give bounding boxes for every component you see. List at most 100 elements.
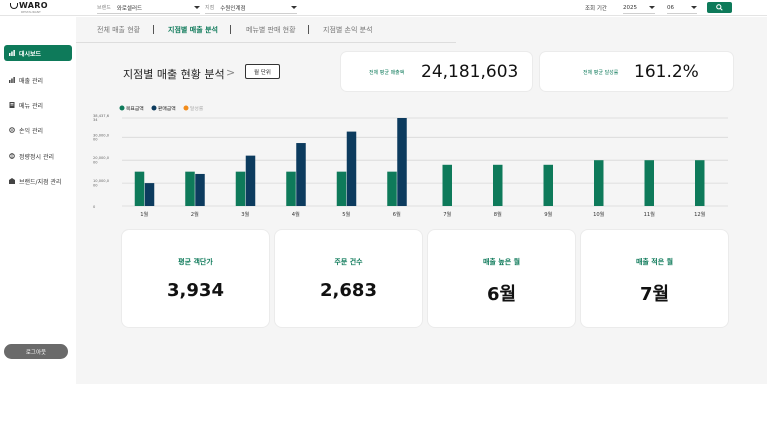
x-tick-label: 1월 <box>140 210 148 218</box>
y-tick-label-line: 00 <box>93 160 98 164</box>
y-tick-label-line: 00 <box>93 138 98 142</box>
target-bar <box>695 160 705 206</box>
store-select-value: 수원인계점 <box>220 5 246 12</box>
sidebar-item-menu[interactable]: 메뉴 관리 <box>4 97 72 113</box>
avg-order-value-card: 평균 객단가 3,934 <box>121 229 270 328</box>
highest-sales-month-card: 매출 높은 월 6월 <box>427 229 576 328</box>
x-tick-label: 4월 <box>292 210 300 218</box>
target-bar <box>134 171 145 206</box>
y-tick-label: 0 <box>93 205 96 209</box>
brand-select-value: 와로셀러드 <box>116 5 143 12</box>
chevron-down-icon <box>649 6 655 9</box>
legend-marker <box>151 105 157 111</box>
store-icon <box>9 178 15 184</box>
sidebar-item-label: 손익 관리 <box>19 127 43 135</box>
y-tick-label: 30,000,0 00 <box>93 133 110 141</box>
y-tick-label-line: 34 <box>93 118 98 122</box>
order-count-card: 주문 건수 2,683 <box>274 229 423 328</box>
target-bar <box>387 171 397 206</box>
month-select-value: 06 <box>667 4 674 11</box>
target-bar <box>543 164 553 206</box>
logo-subtitle: RESTAURANT <box>21 10 41 14</box>
gear-icon <box>9 127 15 133</box>
y-tick-label-line: 0 <box>93 205 96 209</box>
brand-select-label: 브랜드 <box>97 5 111 11</box>
sidebar-item-label: 대시보드 <box>19 50 42 58</box>
sidebar: 대시보드 매출 관리 메뉴 관리 손익 관리 정량정시 관리 브랜드/지점 관리… <box>0 17 76 445</box>
target-bar <box>286 171 296 206</box>
y-tick-label-line: 00 <box>93 183 98 187</box>
legend-marker <box>119 105 125 111</box>
sidebar-item-profit[interactable]: 손익 관리 <box>4 122 72 138</box>
card-label: 주문 건수 <box>334 258 363 266</box>
settings-icon <box>9 153 15 159</box>
target-bar <box>493 164 503 206</box>
sales-bar <box>245 155 256 206</box>
year-select[interactable]: 2025 <box>623 2 655 14</box>
target-bar <box>336 171 347 206</box>
sales-bar <box>346 131 357 206</box>
card-value: 6월 <box>486 284 517 305</box>
main-content: 전체 매출 현황 지점별 매출 분석 메뉴별 판매 현황 지점별 손익 분석 지… <box>76 17 767 384</box>
sidebar-item-dashboard[interactable]: 대시보드 <box>4 45 72 61</box>
y-tick-label: 20,000,0 00 <box>93 156 110 164</box>
bar-icon <box>9 77 15 83</box>
card-label: 평균 객단가 <box>178 258 213 266</box>
sales-bar <box>397 118 407 206</box>
sidebar-item-label: 메뉴 관리 <box>19 102 43 110</box>
x-tick-label: 9월 <box>544 210 552 218</box>
sidebar-item-brand-store[interactable]: 브랜드/지점 관리 <box>4 173 72 189</box>
store-select-label: 지점 <box>205 5 215 11</box>
logo-bowl-icon <box>10 3 18 9</box>
chart-legend: 목표금액 판매금액 달성률 <box>119 105 204 112</box>
logout-button[interactable]: 로그아웃 <box>4 344 68 359</box>
sales-bar-chart: 목표금액 판매금액 달성률 0 10,000,0 00 20,000,0 00 30,000,… <box>93 105 728 218</box>
brand-select[interactable]: 브랜드 와로셀러드 <box>97 2 200 14</box>
x-tick-label: 6월 <box>393 210 401 218</box>
legend-marker <box>183 105 189 111</box>
y-tick-label: 38,437,6 34 <box>93 114 110 122</box>
sales-bar <box>296 143 306 206</box>
target-bar <box>594 160 604 206</box>
chevron-down-icon <box>194 6 200 9</box>
x-tick-label: 2월 <box>191 210 199 218</box>
chevron-down-icon <box>291 6 297 9</box>
chart-grid <box>122 117 728 207</box>
x-tick-label: 11월 <box>644 210 656 218</box>
search-icon <box>716 4 723 11</box>
lowest-sales-month-card: 매출 적은 월 7월 <box>580 229 729 328</box>
target-bar <box>185 171 195 206</box>
target-bar <box>644 160 654 206</box>
top-bar: WARO RESTAURANT 브랜드 와로셀러드 지점 수원인계점 조회 기간… <box>0 0 767 16</box>
card-label: 매출 적은 월 <box>635 258 674 266</box>
chart-x-ticks: 1월 2월 3월 4월 5월 6월 7월 8월 9월 10월 11월 12월 <box>140 210 705 218</box>
sidebar-item-sales[interactable]: 매출 관리 <box>4 72 72 88</box>
card-label: 매출 높은 월 <box>482 258 521 266</box>
sales-bar <box>195 173 205 206</box>
logo: WARO <box>19 1 48 10</box>
card-value: 7월 <box>639 284 670 305</box>
sales-bar <box>144 183 155 206</box>
card-value: 3,934 <box>167 280 224 301</box>
x-tick-label: 10월 <box>593 210 605 218</box>
x-tick-label: 5월 <box>342 210 350 218</box>
store-select[interactable]: 지점 수원인계점 <box>205 2 297 14</box>
x-tick-label: 8월 <box>494 210 502 218</box>
month-select[interactable]: 06 <box>667 2 697 14</box>
target-bar <box>442 164 452 206</box>
chart-bars <box>134 118 705 206</box>
target-bar <box>235 171 246 206</box>
period-label: 조회 기간 <box>585 6 607 12</box>
sidebar-item-label: 브랜드/지점 관리 <box>19 178 62 186</box>
sidebar-item-label: 정량정시 관리 <box>19 153 55 161</box>
year-select-value: 2025 <box>623 4 637 11</box>
search-button[interactable] <box>707 2 732 13</box>
x-tick-label: 7월 <box>443 210 451 218</box>
sidebar-item-quantity[interactable]: 정량정시 관리 <box>4 148 72 164</box>
menu-book-icon <box>9 102 15 108</box>
x-tick-label: 12월 <box>694 210 706 218</box>
x-tick-label: 3월 <box>241 210 249 218</box>
card-value: 2,683 <box>320 280 377 301</box>
chart-icon <box>9 50 15 56</box>
chevron-down-icon <box>691 6 697 9</box>
